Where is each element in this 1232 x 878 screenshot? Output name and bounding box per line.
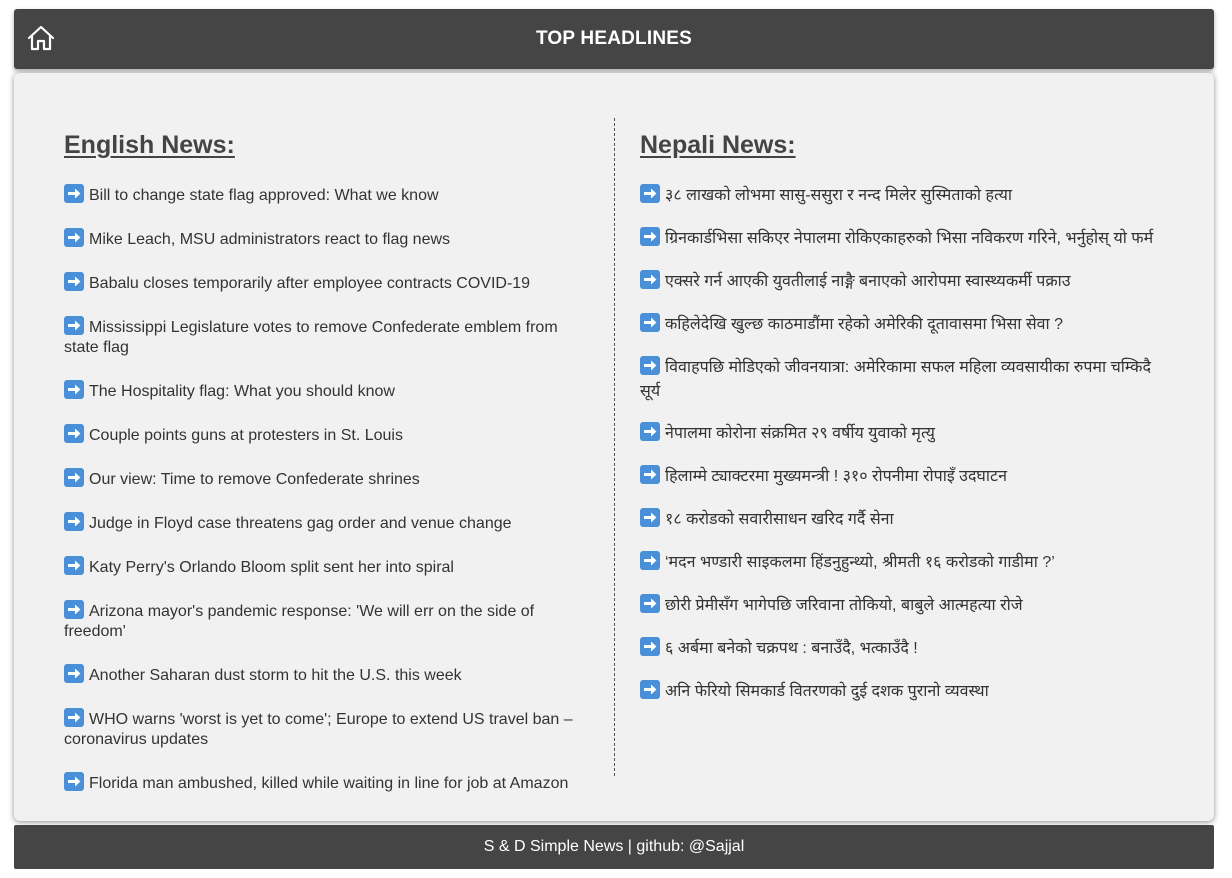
right-arrow-icon	[640, 637, 660, 656]
right-arrow-icon	[640, 422, 660, 441]
news-card: English News: Bill to change state flag …	[14, 73, 1214, 821]
english-news-list: Bill to change state flag approved: What…	[64, 184, 584, 794]
news-item[interactable]: अनि फेरियो सिमकार्ड वितरणको दुई दशक पुरा…	[640, 680, 1170, 704]
news-item[interactable]: Babalu closes temporarily after employee…	[64, 272, 584, 294]
news-link[interactable]: Katy Perry's Orlando Bloom split sent he…	[89, 559, 454, 576]
right-arrow-icon	[640, 680, 660, 699]
news-item[interactable]: Arizona mayor's pandemic response: 'We w…	[64, 600, 584, 642]
news-link[interactable]: १८ करोडको सवारीसाधन खरिद गर्दै सेना	[665, 511, 894, 528]
right-arrow-icon	[640, 270, 660, 289]
news-item[interactable]: The Hospitality flag: What you should kn…	[64, 380, 584, 402]
home-icon	[27, 25, 55, 51]
news-item[interactable]: विवाहपछि मोडिएको जीवनयात्रा: अमेरिकामा स…	[640, 356, 1170, 404]
english-news-title: English News:	[64, 131, 235, 159]
news-link[interactable]: एक्सरे गर्न आएकी युवतीलाई नाङ्गै बनाएको …	[665, 273, 1071, 290]
news-item[interactable]: Judge in Floyd case threatens gag order …	[64, 512, 584, 534]
news-item[interactable]: हिलाम्मे ट्याक्टरमा मुख्यमन्त्री ! ३१० र…	[640, 465, 1170, 489]
right-arrow-icon	[64, 272, 84, 291]
news-item[interactable]: एक्सरे गर्न आएकी युवतीलाई नाङ्गै बनाएको …	[640, 270, 1170, 294]
right-arrow-icon	[640, 594, 660, 613]
news-item[interactable]: WHO warns 'worst is yet to come'; Europe…	[64, 708, 584, 750]
right-arrow-icon	[64, 468, 84, 487]
news-link[interactable]: Our view: Time to remove Confederate shr…	[89, 471, 420, 488]
news-link[interactable]: छोरी प्रेमीसँग भागेपछि जरिवाना तोकियो, ब…	[665, 597, 1023, 614]
nepali-news-column: Nepali News: ३८ लाखको लोभमा सासु-ससुरा र…	[640, 131, 1170, 723]
news-item[interactable]: १८ करोडको सवारीसाधन खरिद गर्दै सेना	[640, 508, 1170, 532]
right-arrow-icon	[64, 512, 84, 531]
right-arrow-icon	[64, 708, 84, 727]
news-link[interactable]: ग्रिनकार्डभिसा सकिएर नेपालमा रोकिएकाहरुक…	[665, 230, 1153, 247]
news-link[interactable]: ३८ लाखको लोभमा सासु-ससुरा र नन्द मिलेर स…	[665, 187, 1012, 204]
right-arrow-icon	[640, 356, 660, 375]
news-link[interactable]: Mike Leach, MSU administrators react to …	[89, 231, 450, 248]
english-news-column: English News: Bill to change state flag …	[64, 131, 584, 816]
right-arrow-icon	[64, 424, 84, 443]
news-link[interactable]: Another Saharan dust storm to hit the U.…	[89, 667, 462, 684]
news-link[interactable]: विवाहपछि मोडिएको जीवनयात्रा: अमेरिकामा स…	[640, 359, 1151, 400]
news-item[interactable]: Couple points guns at protesters in St. …	[64, 424, 584, 446]
right-arrow-icon	[64, 556, 84, 575]
right-arrow-icon	[64, 772, 84, 791]
news-link[interactable]: Judge in Floyd case threatens gag order …	[89, 515, 512, 532]
news-link[interactable]: The Hospitality flag: What you should kn…	[89, 383, 395, 400]
news-link[interactable]: कहिलेदेखि खुल्छ काठमाडौंमा रहेको अमेरिकी…	[665, 316, 1063, 333]
news-item[interactable]: ‘मदन भण्डारी साइकलमा हिंडनुहुन्थ्यो, श्र…	[640, 551, 1170, 575]
right-arrow-icon	[64, 184, 84, 203]
right-arrow-icon	[640, 184, 660, 203]
news-link[interactable]: हिलाम्मे ट्याक्टरमा मुख्यमन्त्री ! ३१० र…	[665, 468, 1007, 485]
page-title: TOP HEADLINES	[535, 28, 693, 49]
right-arrow-icon	[64, 380, 84, 399]
news-item[interactable]: Katy Perry's Orlando Bloom split sent he…	[64, 556, 584, 578]
news-link[interactable]: Florida man ambushed, killed while waiti…	[89, 775, 568, 792]
nepali-news-title: Nepali News:	[640, 131, 796, 159]
right-arrow-icon	[640, 227, 660, 246]
home-button[interactable]	[24, 21, 58, 55]
news-item[interactable]: ६ अर्बमा बनेको चक्रपथ : बनाउँदै, भत्काउँ…	[640, 637, 1170, 661]
right-arrow-icon	[64, 316, 84, 335]
footer-text: S & D Simple News | github: @Sajjal	[483, 838, 745, 855]
news-link[interactable]: Mississippi Legislature votes to remove …	[64, 319, 558, 356]
news-item[interactable]: Another Saharan dust storm to hit the U.…	[64, 664, 584, 686]
footer: S & D Simple News | github: @Sajjal	[14, 825, 1214, 869]
right-arrow-icon	[640, 508, 660, 527]
news-item[interactable]: नेपालमा कोरोना संक्रमित २९ वर्षीय युवाको…	[640, 422, 1170, 446]
right-arrow-icon	[64, 228, 84, 247]
news-item[interactable]: Mississippi Legislature votes to remove …	[64, 316, 584, 358]
right-arrow-icon	[64, 664, 84, 683]
news-link[interactable]: Couple points guns at protesters in St. …	[89, 427, 403, 444]
news-link[interactable]: Arizona mayor's pandemic response: 'We w…	[64, 603, 534, 640]
news-item[interactable]: Our view: Time to remove Confederate shr…	[64, 468, 584, 490]
right-arrow-icon	[640, 465, 660, 484]
news-item[interactable]: Bill to change state flag approved: What…	[64, 184, 584, 206]
news-link[interactable]: WHO warns 'worst is yet to come'; Europe…	[64, 711, 573, 748]
right-arrow-icon	[640, 551, 660, 570]
news-link[interactable]: ६ अर्बमा बनेको चक्रपथ : बनाउँदै, भत्काउँ…	[665, 640, 918, 657]
news-link[interactable]: अनि फेरियो सिमकार्ड वितरणको दुई दशक पुरा…	[665, 683, 989, 700]
news-item[interactable]: ३८ लाखको लोभमा सासु-ससुरा र नन्द मिलेर स…	[640, 184, 1170, 208]
right-arrow-icon	[64, 600, 84, 619]
news-item[interactable]: कहिलेदेखि खुल्छ काठमाडौंमा रहेको अमेरिकी…	[640, 313, 1170, 337]
column-divider	[614, 118, 615, 776]
news-item[interactable]: Mike Leach, MSU administrators react to …	[64, 228, 584, 250]
news-item[interactable]: छोरी प्रेमीसँग भागेपछि जरिवाना तोकियो, ब…	[640, 594, 1170, 618]
right-arrow-icon	[640, 313, 660, 332]
news-link[interactable]: ‘मदन भण्डारी साइकलमा हिंडनुहुन्थ्यो, श्र…	[665, 554, 1055, 571]
nepali-news-list: ३८ लाखको लोभमा सासु-ससुरा र नन्द मिलेर स…	[640, 184, 1170, 704]
news-item[interactable]: Florida man ambushed, killed while waiti…	[64, 772, 584, 794]
news-link[interactable]: Bill to change state flag approved: What…	[89, 187, 439, 204]
news-link[interactable]: Babalu closes temporarily after employee…	[89, 275, 530, 292]
news-item[interactable]: ग्रिनकार्डभिसा सकिएर नेपालमा रोकिएकाहरुक…	[640, 227, 1170, 251]
news-link[interactable]: नेपालमा कोरोना संक्रमित २९ वर्षीय युवाको…	[665, 425, 935, 442]
top-header: TOP HEADLINES	[14, 9, 1214, 69]
